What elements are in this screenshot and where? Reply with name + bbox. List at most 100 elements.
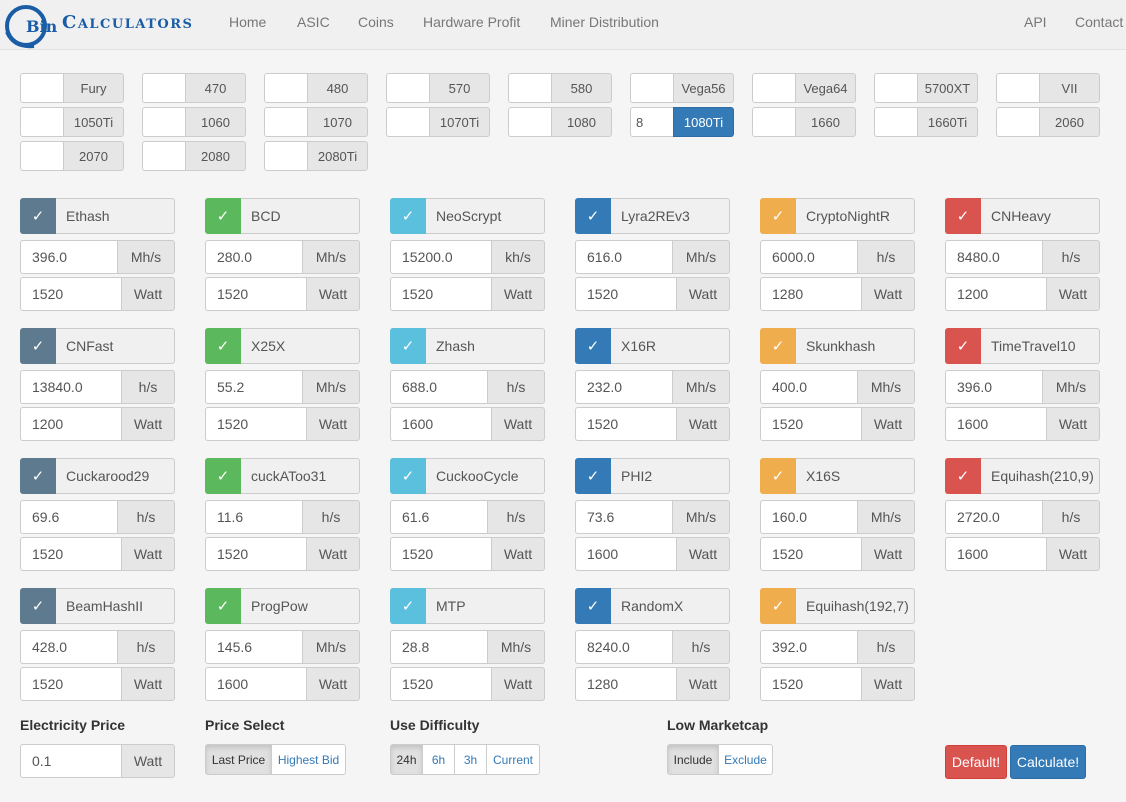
gpu-label[interactable]: 2060 — [1039, 107, 1100, 137]
difficulty-option-24h[interactable]: 24h — [390, 744, 423, 775]
gpu-label[interactable]: 1080Ti — [673, 107, 734, 137]
hashrate-input[interactable] — [390, 630, 487, 664]
algo-checkbox-icon[interactable]: ✓ — [205, 588, 241, 624]
gpu-count-input[interactable] — [264, 107, 307, 137]
hashrate-input[interactable] — [575, 630, 672, 664]
hashrate-input[interactable] — [205, 500, 302, 534]
power-input[interactable] — [760, 407, 861, 441]
hashrate-input[interactable] — [20, 370, 121, 404]
power-input[interactable] — [390, 407, 491, 441]
hashrate-input[interactable] — [760, 630, 857, 664]
algo-checkbox-icon[interactable]: ✓ — [760, 588, 796, 624]
gpu-count-input[interactable] — [20, 141, 63, 171]
gpu-label[interactable]: 1050Ti — [63, 107, 124, 137]
nav-link-asic[interactable]: ASIC — [297, 14, 330, 30]
gpu-label[interactable]: 1660Ti — [917, 107, 978, 137]
gpu-count-input[interactable] — [508, 73, 551, 103]
nav-link-contact[interactable]: Contact — [1075, 14, 1123, 30]
marketcap-option-exclude[interactable]: Exclude — [718, 744, 773, 775]
hashrate-input[interactable] — [760, 500, 857, 534]
price-option-last-price[interactable]: Last Price — [205, 744, 272, 775]
difficulty-option-current[interactable]: Current — [486, 744, 540, 775]
algo-checkbox-icon[interactable]: ✓ — [945, 328, 981, 364]
power-input[interactable] — [205, 277, 306, 311]
algo-checkbox-icon[interactable]: ✓ — [760, 328, 796, 364]
nav-link-hardware-profit[interactable]: Hardware Profit — [423, 14, 520, 30]
gpu-count-input[interactable] — [752, 107, 795, 137]
gpu-label[interactable]: 1060 — [185, 107, 246, 137]
nav-link-coins[interactable]: Coins — [358, 14, 394, 30]
power-input[interactable] — [575, 667, 676, 701]
hashrate-input[interactable] — [945, 240, 1042, 274]
gpu-count-input[interactable] — [752, 73, 795, 103]
algo-checkbox-icon[interactable]: ✓ — [20, 588, 56, 624]
power-input[interactable] — [760, 667, 861, 701]
gpu-label[interactable]: 470 — [185, 73, 246, 103]
power-input[interactable] — [20, 277, 121, 311]
price-option-highest-bid[interactable]: Highest Bid — [271, 744, 346, 775]
gpu-count-input[interactable] — [20, 73, 63, 103]
gpu-label[interactable]: 2080 — [185, 141, 246, 171]
gpu-count-input[interactable] — [996, 107, 1039, 137]
hashrate-input[interactable] — [20, 240, 117, 274]
power-input[interactable] — [575, 277, 676, 311]
hashrate-input[interactable] — [205, 630, 302, 664]
algo-checkbox-icon[interactable]: ✓ — [575, 588, 611, 624]
power-input[interactable] — [760, 277, 861, 311]
gpu-count-input[interactable] — [386, 73, 429, 103]
gpu-count-input[interactable] — [630, 107, 673, 137]
hashrate-input[interactable] — [390, 500, 487, 534]
power-input[interactable] — [390, 667, 491, 701]
hashrate-input[interactable] — [575, 370, 672, 404]
gpu-label[interactable]: 2070 — [63, 141, 124, 171]
difficulty-option-3h[interactable]: 3h — [454, 744, 487, 775]
algo-checkbox-icon[interactable]: ✓ — [205, 198, 241, 234]
gpu-count-input[interactable] — [630, 73, 673, 103]
gpu-label[interactable]: Vega64 — [795, 73, 856, 103]
gpu-count-input[interactable] — [996, 73, 1039, 103]
algo-checkbox-icon[interactable]: ✓ — [575, 458, 611, 494]
gpu-label[interactable]: 2080Ti — [307, 141, 368, 171]
logo[interactable]: Bin Calculators — [4, 2, 204, 49]
marketcap-option-include[interactable]: Include — [667, 744, 719, 775]
power-input[interactable] — [945, 407, 1046, 441]
hashrate-input[interactable] — [20, 630, 117, 664]
gpu-count-input[interactable] — [874, 73, 917, 103]
algo-checkbox-icon[interactable]: ✓ — [575, 198, 611, 234]
gpu-count-input[interactable] — [142, 73, 185, 103]
electricity-price-input[interactable] — [20, 744, 121, 778]
power-input[interactable] — [575, 407, 676, 441]
algo-checkbox-icon[interactable]: ✓ — [20, 458, 56, 494]
gpu-count-input[interactable] — [142, 141, 185, 171]
power-input[interactable] — [760, 537, 861, 571]
gpu-count-input[interactable] — [20, 107, 63, 137]
algo-checkbox-icon[interactable]: ✓ — [760, 198, 796, 234]
gpu-label[interactable]: 1660 — [795, 107, 856, 137]
algo-checkbox-icon[interactable]: ✓ — [575, 328, 611, 364]
gpu-label[interactable]: 1080 — [551, 107, 612, 137]
power-input[interactable] — [205, 537, 306, 571]
algo-checkbox-icon[interactable]: ✓ — [205, 328, 241, 364]
algo-checkbox-icon[interactable]: ✓ — [390, 328, 426, 364]
gpu-label[interactable]: 1070Ti — [429, 107, 490, 137]
algo-checkbox-icon[interactable]: ✓ — [760, 458, 796, 494]
algo-checkbox-icon[interactable]: ✓ — [205, 458, 241, 494]
nav-link-api[interactable]: API — [1024, 14, 1047, 30]
power-input[interactable] — [20, 537, 121, 571]
algo-checkbox-icon[interactable]: ✓ — [20, 328, 56, 364]
gpu-label[interactable]: 570 — [429, 73, 490, 103]
gpu-count-input[interactable] — [874, 107, 917, 137]
gpu-count-input[interactable] — [508, 107, 551, 137]
hashrate-input[interactable] — [20, 500, 117, 534]
algo-checkbox-icon[interactable]: ✓ — [20, 198, 56, 234]
hashrate-input[interactable] — [945, 500, 1042, 534]
hashrate-input[interactable] — [390, 370, 487, 404]
hashrate-input[interactable] — [575, 240, 672, 274]
gpu-count-input[interactable] — [264, 73, 307, 103]
algo-checkbox-icon[interactable]: ✓ — [390, 198, 426, 234]
hashrate-input[interactable] — [760, 240, 857, 274]
power-input[interactable] — [945, 537, 1046, 571]
hashrate-input[interactable] — [205, 240, 302, 274]
gpu-count-input[interactable] — [264, 141, 307, 171]
difficulty-option-6h[interactable]: 6h — [422, 744, 455, 775]
